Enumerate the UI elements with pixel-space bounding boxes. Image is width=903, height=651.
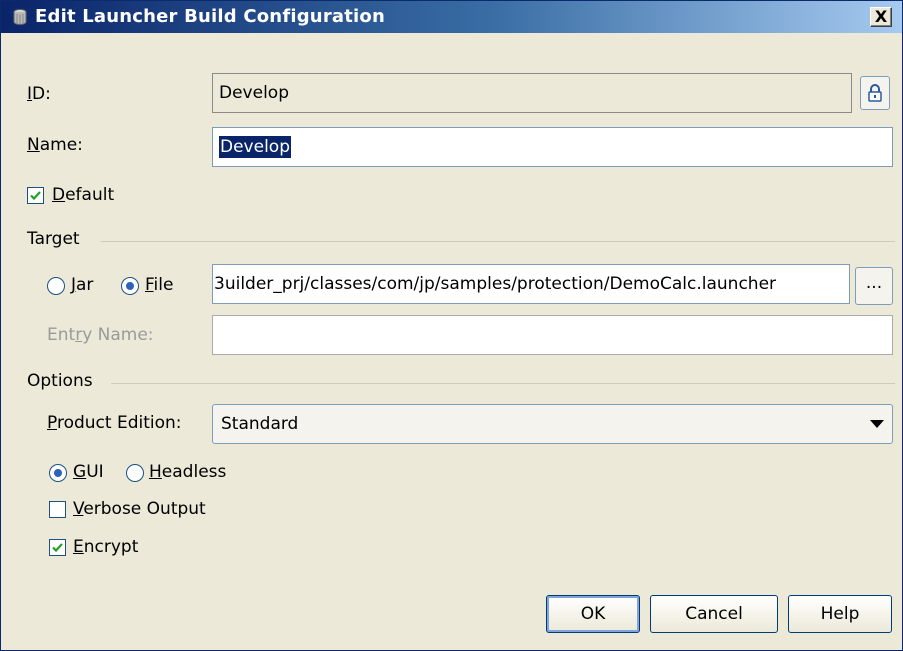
cylinder-icon: [13, 9, 27, 25]
verbose-output-checkbox[interactable]: [49, 501, 66, 518]
encrypt-checkbox[interactable]: [49, 539, 66, 556]
id-label: ID:: [27, 84, 51, 104]
title-bar[interactable]: Edit Launcher Build Configuration X: [1, 1, 902, 33]
verbose-output-label: Verbose Output: [73, 499, 206, 519]
gui-label: GUI: [73, 462, 104, 482]
gui-radio[interactable]: [49, 464, 67, 482]
radio-selected-dot: [126, 282, 134, 290]
id-field[interactable]: Develop: [212, 73, 852, 113]
headless-radio[interactable]: [126, 464, 144, 482]
help-button[interactable]: Help: [788, 595, 892, 633]
entry-name-field[interactable]: [212, 315, 893, 355]
jar-radio[interactable]: [47, 277, 65, 295]
jar-label: Jar: [71, 275, 94, 295]
options-section-label: Options: [27, 371, 93, 391]
default-label: Default: [52, 185, 115, 205]
close-button[interactable]: X: [870, 7, 892, 27]
lock-icon: [868, 84, 882, 102]
file-radio[interactable]: [121, 277, 139, 295]
target-separator: [101, 241, 895, 242]
product-edition-label: Product Edition:: [47, 413, 182, 433]
entry-name-label: Entry Name:: [47, 325, 154, 345]
headless-label: Headless: [149, 462, 227, 482]
file-label: File: [145, 275, 174, 295]
product-edition-value: Standard: [221, 414, 299, 434]
dialog-title: Edit Launcher Build Configuration: [35, 6, 385, 27]
file-path-field[interactable]: 3uilder_prj/classes/com/jp/samples/prote…: [212, 264, 850, 304]
checkmark-icon: [52, 543, 63, 553]
close-icon: X: [874, 7, 888, 26]
cancel-button[interactable]: Cancel: [650, 595, 778, 633]
name-label: Name:: [27, 135, 83, 155]
radio-selected-dot: [54, 469, 62, 477]
launcher-config-dialog: Edit Launcher Build Configuration X ID: …: [0, 0, 903, 651]
options-separator: [111, 383, 895, 384]
default-checkbox[interactable]: [27, 187, 44, 204]
ok-button[interactable]: OK: [546, 595, 640, 633]
name-field[interactable]: Develop: [212, 127, 893, 167]
checkmark-icon: [30, 191, 41, 201]
product-edition-select[interactable]: Standard: [212, 404, 893, 444]
target-section-label: Target: [27, 229, 80, 249]
chevron-down-icon: [870, 420, 884, 428]
lock-button[interactable]: [860, 76, 890, 110]
browse-button[interactable]: ...: [855, 267, 893, 305]
encrypt-label: Encrypt: [73, 537, 139, 557]
name-field-value: Develop: [219, 136, 291, 158]
